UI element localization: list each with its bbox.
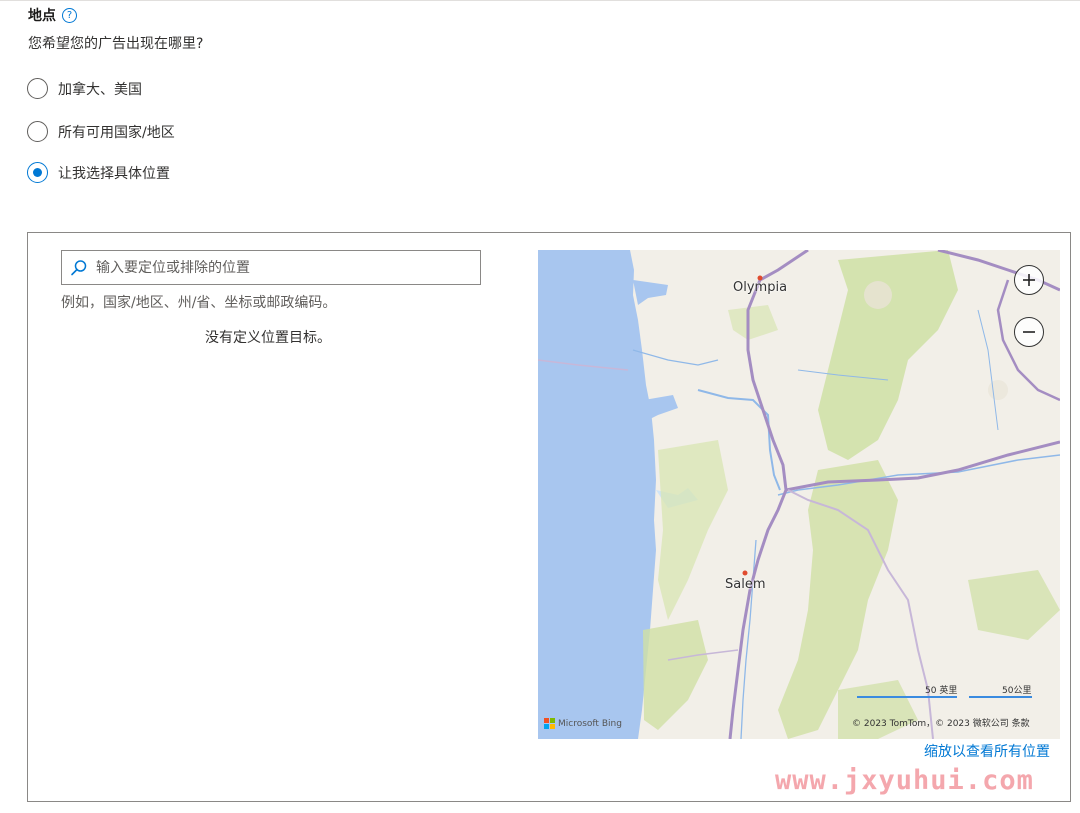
location-search-input[interactable] [96, 259, 456, 276]
microsoft-logo-icon [544, 718, 555, 729]
map-copyright[interactable]: © 2023 TomTom，© 2023 微软公司 条款 [852, 716, 1030, 729]
minus-icon [1023, 331, 1035, 333]
scale-bar-miles [857, 696, 957, 698]
watermark: www.jxyuhui.com [775, 765, 1034, 796]
radio-canada-us[interactable]: 加拿大、美国 [27, 78, 142, 99]
section-title: 地点 [28, 8, 56, 24]
map-view[interactable]: Olympia Salem 50 英里 50公里 Microsoft Bing … [538, 250, 1060, 739]
scale-bar-km [969, 696, 1032, 698]
zoom-in-button[interactable] [1014, 265, 1044, 295]
plus-icon [1023, 274, 1035, 286]
radio-specific-location[interactable]: 让我选择具体位置 [27, 162, 170, 183]
ocean-shape [538, 250, 656, 739]
zoom-out-button[interactable] [1014, 317, 1044, 347]
radio-button-selected[interactable] [27, 162, 48, 183]
no-targets-message: 没有定义位置目标。 [205, 330, 331, 346]
bing-logo: Microsoft Bing [544, 718, 622, 729]
section-header: 地点 ? [28, 5, 77, 25]
bing-brand-text: Microsoft Bing [558, 718, 622, 729]
scale-miles-label: 50 英里 [925, 686, 958, 696]
radio-label: 所有可用国家/地区 [58, 124, 175, 141]
location-search-box[interactable] [61, 250, 481, 285]
scale-km-label: 50公里 [1002, 686, 1032, 696]
map-base [538, 250, 1060, 739]
radio-button[interactable] [27, 78, 48, 99]
city-label-olympia: Olympia [733, 280, 788, 295]
radio-all-countries[interactable]: 所有可用国家/地区 [27, 121, 175, 142]
top-divider [0, 0, 1080, 1]
search-hint: 例如，国家/地区、州/省、坐标或邮政编码。 [61, 295, 337, 311]
location-panel: 例如，国家/地区、州/省、坐标或邮政编码。 没有定义位置目标。 [27, 232, 1071, 802]
search-icon [71, 259, 87, 275]
radio-button[interactable] [27, 121, 48, 142]
radio-label: 让我选择具体位置 [58, 165, 170, 182]
section-subtitle: 您希望您的广告出现在哪里? [28, 36, 204, 52]
zoom-to-all-link[interactable]: 缩放以查看所有位置 [924, 741, 1050, 761]
radio-label: 加拿大、美国 [58, 81, 142, 98]
city-label-salem: Salem [725, 577, 766, 592]
help-icon[interactable]: ? [62, 7, 77, 23]
